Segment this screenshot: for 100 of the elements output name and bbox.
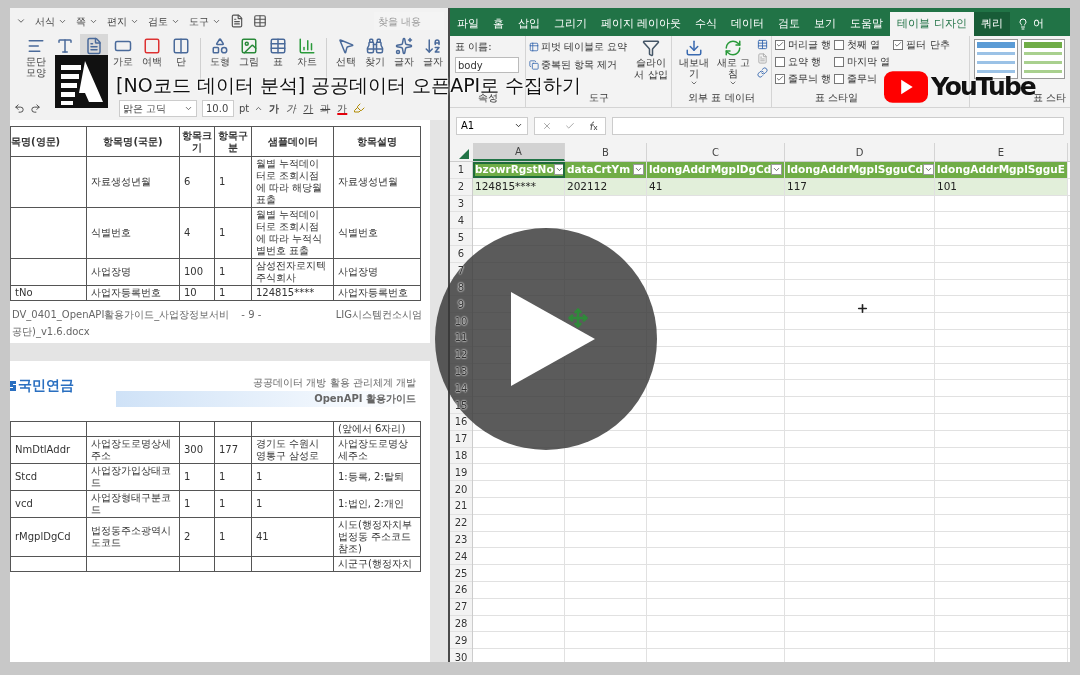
ribbon-tab[interactable]: 보기 xyxy=(807,12,844,36)
undo-icon[interactable] xyxy=(14,102,25,114)
filter-dropdown-icon[interactable] xyxy=(771,164,783,176)
ribbon-tab[interactable]: 데이터 xyxy=(724,12,772,36)
table-icon[interactable] xyxy=(253,14,267,28)
row-number[interactable]: 8 xyxy=(457,279,465,295)
ribbon-tab[interactable]: 검토 xyxy=(771,12,808,36)
row-number[interactable]: 9 xyxy=(457,296,465,312)
highlighter-icon[interactable] xyxy=(353,102,366,114)
tool-button[interactable]: 중복된 항목 제거 xyxy=(529,57,628,72)
row-number[interactable]: 27 xyxy=(454,599,468,615)
menu-item[interactable]: 검토 xyxy=(148,13,180,29)
format-button[interactable]: 과 xyxy=(319,100,332,116)
column-header[interactable]: C xyxy=(647,143,785,161)
row-number[interactable]: 16 xyxy=(454,414,468,430)
brand-name[interactable]: YouTube xyxy=(931,72,1035,102)
column-header[interactable]: B xyxy=(565,143,647,161)
ribbon-tab[interactable]: 도움말 xyxy=(843,12,891,36)
format-button[interactable]: 가 xyxy=(302,100,315,116)
row-number[interactable]: 18 xyxy=(454,447,468,463)
column-header[interactable]: E xyxy=(935,143,1068,161)
link-icon[interactable] xyxy=(757,67,768,78)
ribbon-button[interactable]: 찾기 xyxy=(361,34,389,69)
checkbox[interactable] xyxy=(775,56,785,67)
ribbon-button[interactable]: 새로 고침 xyxy=(714,39,752,87)
row-number[interactable]: 19 xyxy=(454,464,468,480)
table-name-field[interactable]: body xyxy=(455,57,519,73)
ribbon-button[interactable]: 도형 xyxy=(206,34,234,69)
row-number[interactable]: 2 xyxy=(457,179,465,195)
ribbon-button[interactable]: 문단 모양 xyxy=(22,34,50,80)
ribbon-button[interactable]: 여백 xyxy=(138,34,166,69)
ribbon-tab[interactable]: 수식 xyxy=(688,12,725,36)
table-cell: 시도(행정자치부 법정동 주소코드 참조) xyxy=(333,517,421,557)
column-header[interactable]: A xyxy=(473,143,565,161)
menu-item[interactable]: 쪽 xyxy=(76,13,98,29)
properties-icon[interactable] xyxy=(757,39,768,50)
ribbon-button[interactable]: 글자 xyxy=(419,34,447,69)
row-number[interactable]: 6 xyxy=(457,246,465,262)
ribbon-button[interactable]: 내보내기 xyxy=(675,39,713,87)
row-number[interactable]: 23 xyxy=(454,531,468,547)
ribbon-tab[interactable]: 삽입 xyxy=(511,12,547,36)
format-button[interactable]: 가 xyxy=(285,100,298,116)
row-number[interactable]: 25 xyxy=(454,565,468,581)
checkbox[interactable] xyxy=(834,39,845,50)
tool-button[interactable]: 피벗 테이블로 요약 xyxy=(529,39,628,54)
format-button[interactable]: 가 xyxy=(336,100,349,116)
name-box[interactable]: A1 xyxy=(456,116,528,135)
row-number[interactable]: 4 xyxy=(457,212,465,228)
ribbon-tab[interactable]: 그리기 xyxy=(547,12,594,36)
menu-item[interactable]: 도구 xyxy=(189,13,221,29)
ribbon-tab[interactable]: 홈 xyxy=(486,12,511,36)
function-icon[interactable] xyxy=(588,120,599,131)
ribbon-tab[interactable]: 테이블 디자인 xyxy=(890,12,974,36)
font-dropdown[interactable]: 맑은 고딕 xyxy=(119,99,197,117)
ribbon-button[interactable]: 단 xyxy=(167,34,195,69)
row-number[interactable]: 21 xyxy=(454,498,468,514)
column-header[interactable]: D xyxy=(785,143,935,161)
ribbon-tab[interactable]: 파일 xyxy=(450,12,486,36)
format-button[interactable]: 가 xyxy=(268,100,281,116)
slicer-button[interactable]: 슬라이서 삽입 xyxy=(634,39,668,81)
formula-field[interactable] xyxy=(612,116,1064,135)
ribbon-tab[interactable]: 페이지 레이아웃 xyxy=(594,12,689,36)
checkbox[interactable] xyxy=(893,39,904,50)
row-number[interactable]: 13 xyxy=(454,363,468,379)
checkbox[interactable] xyxy=(834,73,845,84)
ribbon-button[interactable] xyxy=(80,34,108,57)
row-number[interactable]: 24 xyxy=(454,548,468,564)
caret-icon[interactable] xyxy=(16,16,26,26)
ribbon-tab[interactable]: 어 xyxy=(1009,12,1051,36)
menu-item[interactable]: 편지 xyxy=(107,13,139,29)
row-number[interactable]: 22 xyxy=(454,515,468,531)
checkbox[interactable] xyxy=(834,56,845,67)
row-number[interactable]: 30 xyxy=(454,649,468,662)
ribbon-button[interactable]: 차트 xyxy=(293,34,321,69)
filter-dropdown-icon[interactable] xyxy=(633,164,644,176)
ribbon-button[interactable]: 표 xyxy=(264,34,292,69)
document-icon[interactable] xyxy=(230,14,244,28)
cancel-icon[interactable] xyxy=(541,120,552,131)
row-number[interactable]: 12 xyxy=(454,347,468,363)
row-number[interactable]: 5 xyxy=(457,229,465,245)
row-number[interactable]: 14 xyxy=(454,380,468,396)
ribbon-tab[interactable]: 쿼리 xyxy=(973,12,1010,36)
ribbon-button[interactable]: 글자 xyxy=(390,34,418,69)
ribbon-button[interactable]: 그림 xyxy=(235,34,263,69)
font-size-field[interactable]: 10.0 xyxy=(202,99,234,117)
menu-item[interactable]: 서식 xyxy=(35,13,67,29)
row-number[interactable]: 3 xyxy=(457,196,465,211)
filter-dropdown-icon[interactable] xyxy=(553,164,565,176)
row-number[interactable]: 28 xyxy=(454,615,468,631)
row-number[interactable]: 29 xyxy=(454,632,468,648)
ribbon-button[interactable]: 가로 xyxy=(109,34,137,69)
redo-icon[interactable] xyxy=(30,102,41,114)
checkbox[interactable] xyxy=(775,73,785,84)
row-number[interactable]: 17 xyxy=(454,431,468,447)
row-number[interactable]: 26 xyxy=(454,582,468,598)
row-number[interactable]: 1 xyxy=(457,162,465,178)
row-number[interactable]: 20 xyxy=(454,481,468,497)
checkbox[interactable] xyxy=(775,39,785,50)
filter-dropdown-icon[interactable] xyxy=(923,164,935,176)
ribbon-button[interactable]: 선택 xyxy=(332,34,360,69)
